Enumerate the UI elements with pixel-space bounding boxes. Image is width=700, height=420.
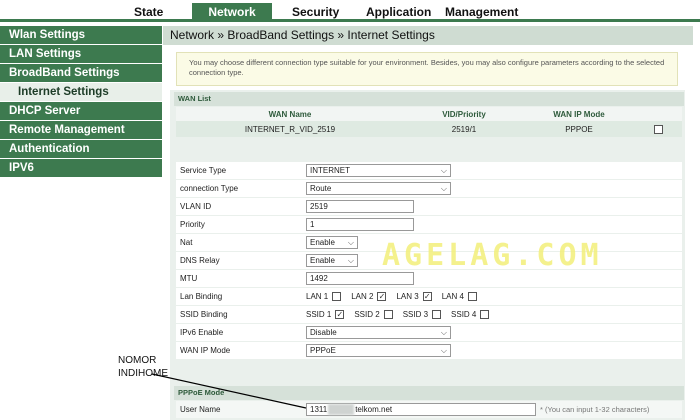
tab-management[interactable]: Management: [445, 3, 518, 22]
wan-ip-mode-select[interactable]: PPPoE ⌵: [306, 344, 451, 357]
wan-ip-mode-cell: PPPOE: [524, 121, 634, 137]
col-wan-ip-mode: WAN IP Mode: [524, 107, 634, 121]
label-connection-type: connection Type: [176, 180, 304, 197]
ssid4-label: SSID 4: [451, 310, 477, 319]
sidebar-item-broadband[interactable]: BroadBand Settings: [0, 64, 162, 83]
breadcrumb: Network » BroadBand Settings » Internet …: [163, 26, 693, 45]
ssid4-checkbox[interactable]: [480, 310, 490, 319]
row-user-name: User Name 1311 telkom.net * (You can inpu…: [176, 401, 682, 418]
vid-priority-cell: 2519/1: [404, 121, 524, 137]
label-user-name: User Name: [176, 401, 304, 418]
watermark: AGELAG.COM: [382, 238, 603, 273]
row-priority: Priority 1: [176, 216, 682, 234]
label-lan-binding: Lan Binding: [176, 288, 304, 305]
mtu-input[interactable]: 1492: [306, 272, 414, 285]
sidebar-item-authentication[interactable]: Authentication: [0, 140, 162, 159]
nat-select[interactable]: Enable ⌵: [306, 236, 358, 249]
pppoe-mode-header: PPPoE Mode: [174, 386, 684, 400]
label-service-type: Service Type: [176, 162, 304, 179]
row-vlan-id: VLAN ID 2519: [176, 198, 682, 216]
top-nav: State Network Security Application Manag…: [0, 0, 700, 22]
col-vid-priority: VID/Priority: [404, 107, 524, 121]
lan2-label: LAN 2: [351, 292, 374, 301]
dns-relay-select[interactable]: Enable ⌵: [306, 254, 358, 267]
label-ssid-binding: SSID Binding: [176, 306, 304, 323]
label-priority: Priority: [176, 216, 304, 233]
priority-input[interactable]: 1: [306, 218, 414, 231]
row-lan-binding: Lan Binding LAN 1 LAN 2 LAN 3 LAN 4: [176, 288, 682, 306]
sidebar-item-ipv6[interactable]: IPV6: [0, 159, 162, 178]
ssid3-label: SSID 3: [402, 310, 429, 319]
wan-select-checkbox[interactable]: [653, 124, 663, 134]
sidebar-item-dhcp[interactable]: DHCP Server: [0, 102, 162, 121]
ssid1-label: SSID 1: [306, 310, 332, 319]
chevron-down-icon: ⌵: [347, 256, 354, 265]
lan4-checkbox[interactable]: [467, 292, 477, 301]
lan1-checkbox[interactable]: [332, 292, 342, 301]
label-mtu: MTU: [176, 270, 304, 287]
tab-network[interactable]: Network: [192, 3, 272, 22]
lan1-label: LAN 1: [306, 292, 329, 301]
chevron-down-icon: ⌵: [440, 184, 447, 193]
connection-type-select[interactable]: Route ⌵: [306, 182, 451, 195]
label-nat: Nat: [176, 234, 304, 251]
ssid3-checkbox[interactable]: [432, 310, 442, 319]
lan4-label: LAN 4: [441, 292, 464, 301]
ssid1-checkbox[interactable]: [335, 310, 345, 319]
row-service-type: Service Type INTERNET ⌵: [176, 162, 682, 180]
row-connection-type: connection Type Route ⌵: [176, 180, 682, 198]
tab-state[interactable]: State: [134, 3, 163, 22]
table-row[interactable]: INTERNET_R_VID_2519 2519/1 PPPOE: [176, 121, 682, 137]
wan-name-cell: INTERNET_R_VID_2519: [176, 121, 404, 137]
label-ipv6-enable: IPv6 Enable: [176, 324, 304, 341]
redacted-blur: [328, 404, 355, 415]
sidebar-item-wlan[interactable]: Wlan Settings: [0, 26, 162, 45]
chevron-down-icon: ⌵: [440, 346, 447, 355]
label-wan-ip-mode: WAN IP Mode: [176, 342, 304, 359]
annotation-label: NOMOR INDIHOME: [118, 355, 168, 379]
col-select: [634, 107, 682, 121]
wan-list-header: WAN List: [174, 92, 684, 106]
row-wan-ip-mode: WAN IP Mode PPPoE ⌵: [176, 342, 682, 360]
label-dns-relay: DNS Relay: [176, 252, 304, 269]
ipv6-enable-select[interactable]: Disable ⌵: [306, 326, 451, 339]
label-vlan-id: VLAN ID: [176, 198, 304, 215]
user-name-hint: * (You can input 1-32 characters): [540, 405, 650, 414]
tab-application[interactable]: Application: [366, 3, 431, 22]
chevron-down-icon: ⌵: [440, 166, 447, 175]
sidebar-item-internet-settings[interactable]: Internet Settings: [0, 83, 162, 102]
ssid2-checkbox[interactable]: [383, 310, 393, 319]
lan3-label: LAN 3: [396, 292, 419, 301]
row-ssid-binding: SSID Binding SSID 1 SSID 2 SSID 3 SSID 4: [176, 306, 682, 324]
ssid2-label: SSID 2: [354, 310, 380, 319]
wan-list-table: WAN Name VID/Priority WAN IP Mode INTERN…: [176, 107, 682, 137]
sidebar: Wlan Settings LAN Settings BroadBand Set…: [0, 26, 162, 178]
chevron-down-icon: ⌵: [440, 328, 447, 337]
user-name-input[interactable]: 1311 telkom.net: [306, 403, 536, 416]
chevron-down-icon: ⌵: [347, 238, 354, 247]
lan3-checkbox[interactable]: [422, 292, 432, 301]
sidebar-item-remote-management[interactable]: Remote Management: [0, 121, 162, 140]
service-type-select[interactable]: INTERNET ⌵: [306, 164, 451, 177]
row-ipv6-enable: IPv6 Enable Disable ⌵: [176, 324, 682, 342]
sidebar-item-lan[interactable]: LAN Settings: [0, 45, 162, 64]
vlan-id-input[interactable]: 2519: [306, 200, 414, 213]
info-box: You may choose different connection type…: [176, 52, 678, 86]
lan2-checkbox[interactable]: [377, 292, 387, 301]
col-wan-name: WAN Name: [176, 107, 404, 121]
tab-security[interactable]: Security: [292, 3, 339, 22]
